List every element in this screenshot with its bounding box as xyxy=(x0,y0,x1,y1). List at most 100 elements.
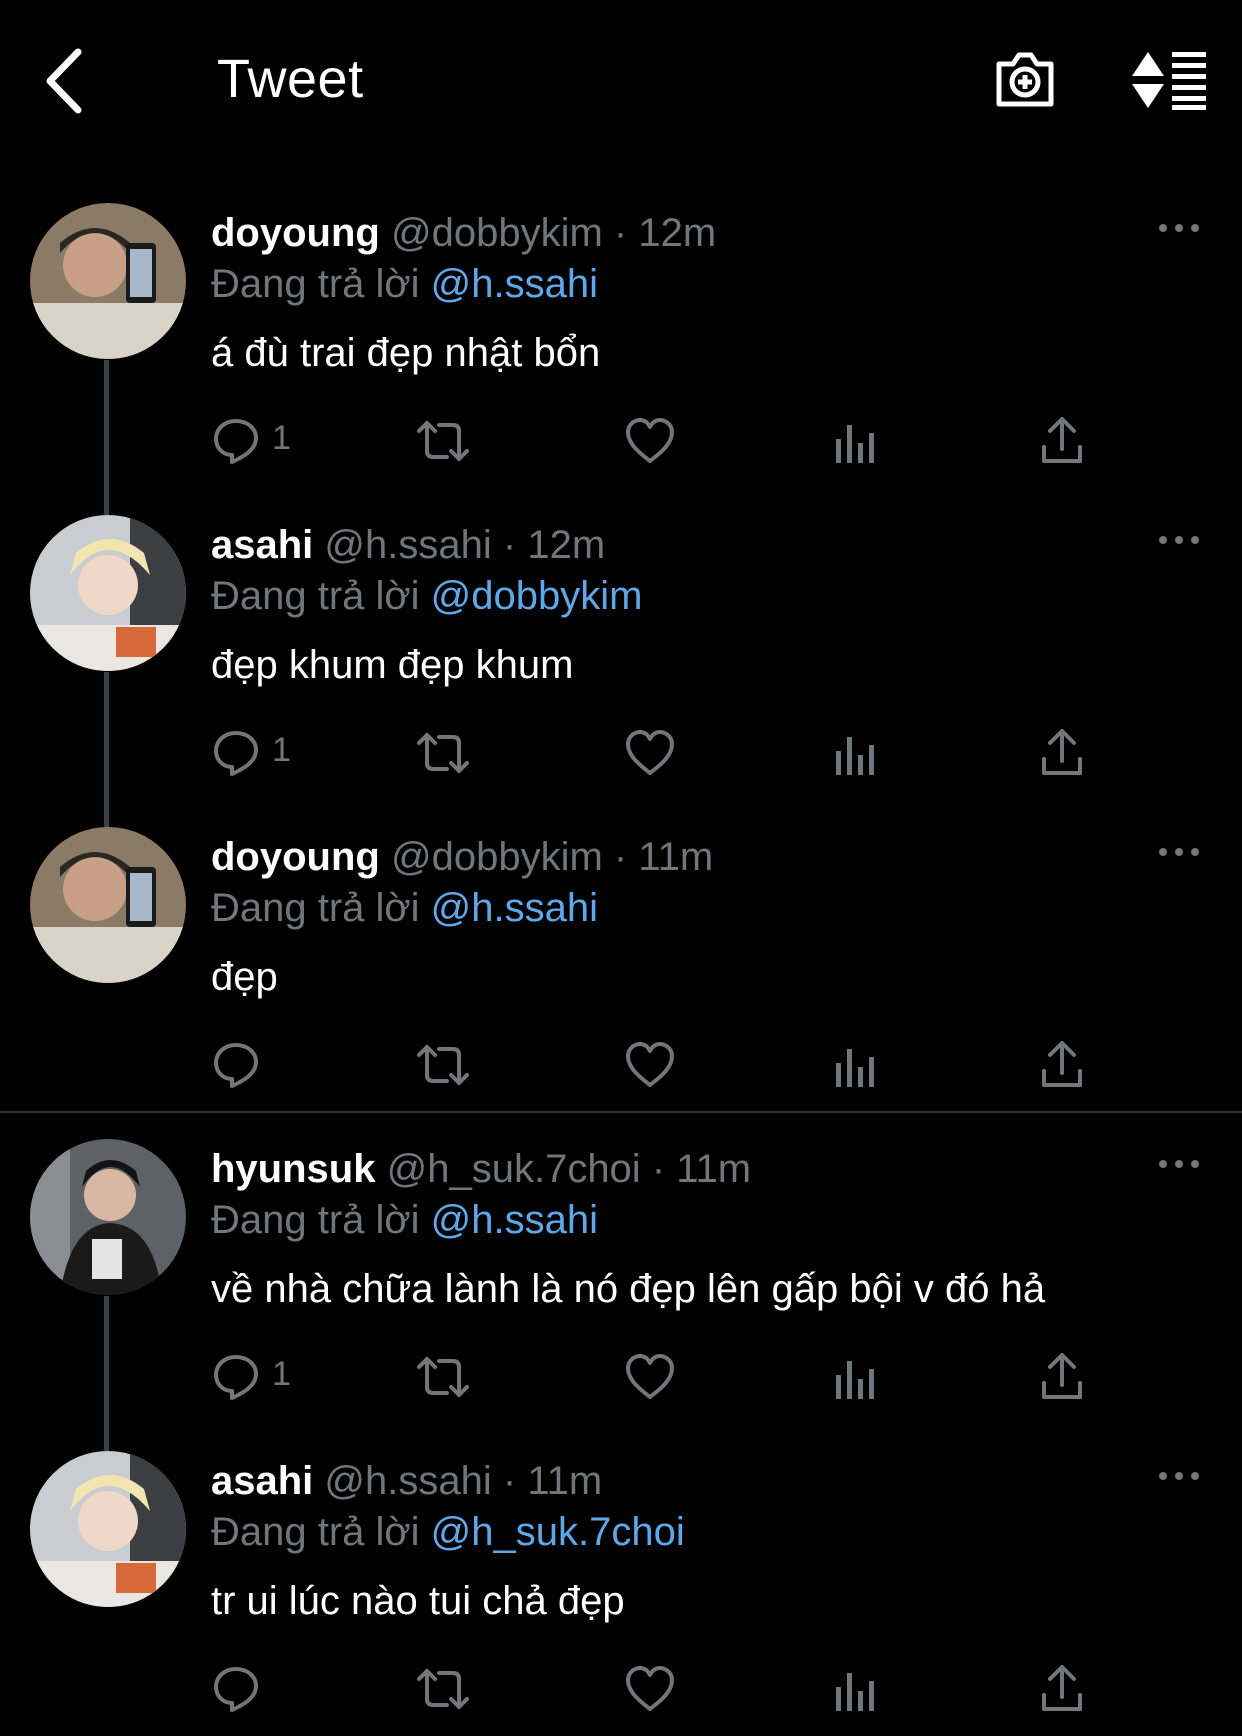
avatar[interactable] xyxy=(30,827,186,983)
reply-button[interactable]: 1 xyxy=(212,411,312,471)
divider xyxy=(0,1111,1242,1113)
reply-icon xyxy=(214,731,258,776)
action-bar: 1 xyxy=(0,723,1242,783)
tweet[interactable]: doyoung @dobbykim · 12m Đang trả lời @h.… xyxy=(0,203,1242,515)
heart-icon xyxy=(626,1666,674,1711)
share-button[interactable] xyxy=(1040,1347,1084,1407)
reply-icon xyxy=(214,1667,258,1712)
more-button[interactable] xyxy=(1158,1467,1200,1485)
username[interactable]: @h_suk.7choi xyxy=(387,1147,641,1191)
heart-icon xyxy=(626,730,674,775)
username[interactable]: @dobbykim xyxy=(391,835,603,879)
analytics-icon xyxy=(836,1049,874,1087)
username[interactable]: @h.ssahi xyxy=(324,523,491,567)
share-button[interactable] xyxy=(1040,411,1084,471)
like-button[interactable] xyxy=(625,411,679,471)
analytics-icon xyxy=(836,737,874,775)
share-icon xyxy=(1042,1353,1082,1399)
share-button[interactable] xyxy=(1040,1659,1084,1719)
replying-to: Đang trả lời @dobbykim xyxy=(211,570,642,622)
action-bar xyxy=(0,1035,1242,1095)
reply-count: 1 xyxy=(272,731,291,769)
chevron-left-icon xyxy=(46,48,82,114)
retweet-icon xyxy=(417,1669,469,1709)
retweet-button[interactable] xyxy=(415,411,475,471)
back-button[interactable] xyxy=(40,46,90,116)
like-button[interactable] xyxy=(625,723,679,783)
avatar[interactable] xyxy=(30,515,186,671)
mention-link[interactable]: @h_suk.7choi xyxy=(431,1510,685,1554)
share-icon xyxy=(1042,1041,1082,1087)
display-name[interactable]: doyoung xyxy=(211,211,380,255)
mention-link[interactable]: @dobbykim xyxy=(431,574,643,618)
analytics-button[interactable] xyxy=(834,411,878,471)
mention-link[interactable]: @h.ssahi xyxy=(431,1198,598,1242)
tweet-meta: asahi @h.ssahi · 11m xyxy=(211,1455,602,1507)
avatar[interactable] xyxy=(30,1139,186,1295)
heart-icon xyxy=(626,1042,674,1087)
like-button[interactable] xyxy=(625,1347,679,1407)
analytics-button[interactable] xyxy=(834,1035,878,1095)
tweet[interactable]: hyunsuk @h_suk.7choi · 11m Đang trả lời … xyxy=(0,1139,1242,1451)
tweet[interactable]: doyoung @dobbykim · 11m Đang trả lời @h.… xyxy=(0,827,1242,1139)
retweet-button[interactable] xyxy=(415,1659,475,1719)
analytics-button[interactable] xyxy=(834,723,878,783)
tweet-text: tr ui lúc nào tui chả đẹp xyxy=(211,1579,625,1623)
retweet-icon xyxy=(417,733,469,773)
reply-icon xyxy=(214,419,258,464)
sort-button[interactable] xyxy=(1130,50,1210,110)
more-button[interactable] xyxy=(1158,1155,1200,1173)
share-button[interactable] xyxy=(1040,1035,1084,1095)
retweet-button[interactable] xyxy=(415,723,475,783)
username[interactable]: @h.ssahi xyxy=(324,1459,491,1503)
tweet-text: về nhà chữa lành là nó đẹp lên gấp bội v… xyxy=(211,1267,1046,1311)
avatar[interactable] xyxy=(30,203,186,359)
tweet[interactable]: asahi @h.ssahi · 12m Đang trả lời @dobby… xyxy=(0,515,1242,827)
analytics-button[interactable] xyxy=(834,1659,878,1719)
more-button[interactable] xyxy=(1158,531,1200,549)
tweet-text: á đù trai đẹp nhật bổn xyxy=(211,331,601,375)
reply-button[interactable]: 1 xyxy=(212,1347,312,1407)
more-button[interactable] xyxy=(1158,219,1200,237)
retweet-button[interactable] xyxy=(415,1035,475,1095)
analytics-icon xyxy=(836,1361,874,1399)
display-name[interactable]: hyunsuk xyxy=(211,1147,375,1191)
tweet-text: đẹp khum đẹp khum xyxy=(211,643,574,687)
avatar[interactable] xyxy=(30,1451,186,1607)
meta-separator: · xyxy=(502,1459,517,1503)
top-bar: Tweet xyxy=(0,0,1242,165)
mention-link[interactable]: @h.ssahi xyxy=(431,262,598,306)
analytics-icon xyxy=(836,425,874,463)
timestamp: 12m xyxy=(638,211,717,255)
replying-label: Đang trả lời xyxy=(211,574,420,618)
tweet-meta: doyoung @dobbykim · 12m xyxy=(211,207,716,259)
share-button[interactable] xyxy=(1040,723,1084,783)
username[interactable]: @dobbykim xyxy=(391,211,603,255)
replying-to: Đang trả lời @h.ssahi xyxy=(211,258,598,310)
retweet-button[interactable] xyxy=(415,1347,475,1407)
like-button[interactable] xyxy=(625,1035,679,1095)
tweet-meta: asahi @h.ssahi · 12m xyxy=(211,519,605,571)
tweet-meta: hyunsuk @h_suk.7choi · 11m xyxy=(211,1143,751,1195)
reply-button[interactable] xyxy=(212,1659,312,1719)
display-name[interactable]: asahi xyxy=(211,523,313,567)
reply-button[interactable]: 1 xyxy=(212,723,312,783)
camera-button[interactable] xyxy=(993,46,1057,110)
tweet[interactable]: asahi @h.ssahi · 11m Đang trả lời @h_suk… xyxy=(0,1451,1242,1736)
reply-button[interactable] xyxy=(212,1035,312,1095)
more-horizontal-icon xyxy=(1159,1472,1199,1480)
tweet-text: đẹp xyxy=(211,955,278,999)
more-horizontal-icon xyxy=(1159,1160,1199,1168)
display-name[interactable]: doyoung xyxy=(211,835,380,879)
camera-add-icon xyxy=(996,52,1054,107)
mention-link[interactable]: @h.ssahi xyxy=(431,886,598,930)
timestamp: 12m xyxy=(527,523,606,567)
display-name[interactable]: asahi xyxy=(211,1459,313,1503)
analytics-icon xyxy=(836,1673,874,1711)
like-button[interactable] xyxy=(625,1659,679,1719)
analytics-button[interactable] xyxy=(834,1347,878,1407)
retweet-icon xyxy=(417,421,469,461)
more-button[interactable] xyxy=(1158,843,1200,861)
timestamp: 11m xyxy=(638,835,714,879)
replying-label: Đang trả lời xyxy=(211,1510,420,1554)
